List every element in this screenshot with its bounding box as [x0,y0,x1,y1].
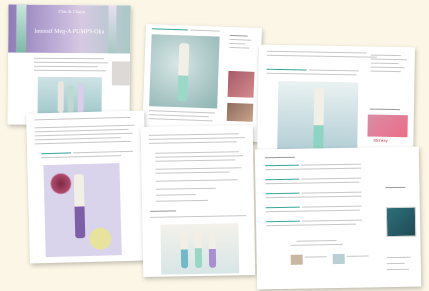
text-line [33,69,106,72]
sidebar-link[interactable] [370,70,401,73]
text-line [148,137,245,140]
text-line [189,29,220,32]
product-photo-trio [160,223,240,275]
text-line [155,194,196,196]
text-line [155,187,216,190]
article-lead[interactable] [266,220,301,223]
blog-page-right: Strinkey [256,44,416,164]
text-line [33,65,98,68]
sidebar-link[interactable] [386,256,411,259]
brand-banner-label: Strinkey [373,137,388,143]
text-line [265,167,362,171]
text-line [155,171,230,174]
text-line [150,215,247,218]
sidebar-link[interactable] [386,268,409,271]
text-line [308,69,359,72]
related-thumb[interactable] [332,253,345,265]
text-line [41,155,122,159]
article-lead[interactable] [265,178,300,181]
text-line [290,243,343,246]
product-photo-lavender [43,163,122,258]
text-line [34,124,135,129]
related-link[interactable] [304,256,327,258]
sidebar-link[interactable] [229,42,246,45]
text-line [301,163,362,166]
text-line [148,110,215,114]
sidebar-link[interactable] [370,58,407,61]
sidebar-link[interactable] [370,62,399,65]
text-line [296,240,337,242]
text-line [265,195,362,199]
text-line [148,118,213,122]
blog-page-hero: Chic & Charm Intensif Meg-A PUMPS-Oka [7,4,131,126]
sidebar-heading [369,108,400,111]
text-line [34,140,131,145]
text-line [148,114,209,118]
pen-photo [149,34,220,109]
blog-page-article [26,110,148,264]
article-lead[interactable] [265,192,300,195]
sidebar-photo [226,102,254,122]
text-line [266,54,377,58]
screenshot-collage: Chic & Charm Intensif Meg-A PUMPS-Oka St… [0,0,429,291]
pen-photo [277,80,359,155]
text-line [155,159,236,162]
text-line [34,137,121,141]
blog-page-bottom-right [254,146,422,290]
text-line [155,179,238,182]
text-line [301,191,362,194]
section-heading [150,210,177,212]
section-heading [264,156,295,159]
text-line [266,72,357,76]
text-line [265,181,360,185]
text-line [266,50,367,54]
text-line [155,199,208,202]
brand-banner[interactable] [367,114,408,138]
article-lead[interactable] [265,164,300,167]
article-lead[interactable] [41,152,72,155]
sidebar-link[interactable] [370,66,405,69]
article-lead[interactable] [151,28,188,31]
related-link[interactable] [346,255,369,257]
article-lead[interactable] [265,206,300,209]
text-line [301,205,362,208]
sidebar-link[interactable] [229,34,248,37]
related-thumb[interactable] [290,254,303,265]
text-line [155,155,244,158]
text-line [301,177,362,180]
sidebar-heading [385,186,406,189]
text-line [148,133,239,136]
text-line [34,116,131,121]
article-lead[interactable] [266,68,307,71]
text-line [34,57,105,60]
text-line [34,132,133,137]
text-line [265,209,360,213]
blog-page-center [140,125,256,277]
text-line [34,61,109,64]
text-line [148,141,237,144]
side-photo [111,61,131,86]
sidebar-link[interactable] [229,46,250,49]
hero-title: Intensif Meg-A PUMPS-Oka [34,28,105,36]
text-line [266,223,357,227]
text-line [302,219,363,222]
sidebar-link[interactable] [229,38,252,41]
sidebar-link[interactable] [386,262,405,265]
text-line [34,128,129,133]
text-line [73,150,134,154]
text-line [155,151,240,154]
site-brand[interactable]: Chic & Charm [58,9,85,14]
sidebar-photo [227,70,255,98]
sidebar-product-box[interactable] [385,206,417,238]
text-line [155,167,242,170]
